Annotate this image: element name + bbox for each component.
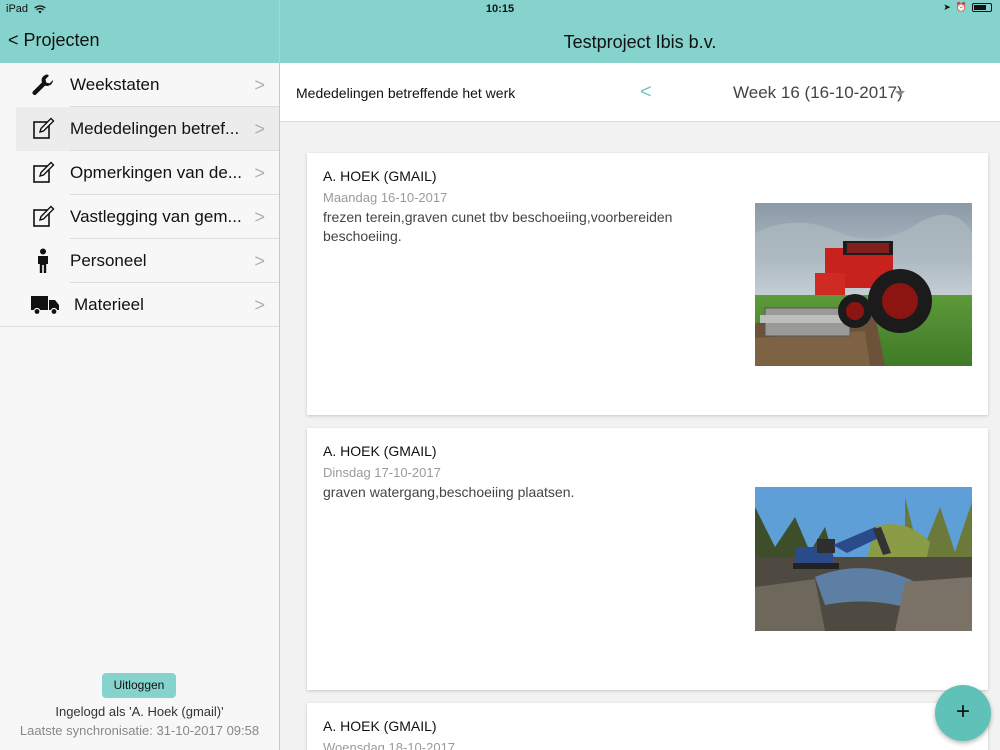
add-entry-button[interactable]: + bbox=[935, 685, 991, 741]
entry-date: Woensdag 18-10-2017 bbox=[323, 740, 456, 750]
edit-note-icon bbox=[30, 160, 56, 186]
sidebar: Weekstaten > Mededelingen betref... > Op… bbox=[0, 63, 279, 750]
chevron-right-icon: > bbox=[254, 162, 265, 183]
entry-author: A. HOEK (GMAIL) bbox=[323, 443, 437, 459]
logout-button[interactable]: Uitloggen bbox=[102, 673, 176, 698]
entry-photo-tractor[interactable] bbox=[755, 203, 972, 366]
sidebar-item-label: Materieel bbox=[74, 295, 144, 314]
status-bar: iPad 10:15 ➤ ⏰ bbox=[0, 0, 1000, 18]
entry-card[interactable]: A. HOEK (GMAIL) Maandag 16-10-2017 freze… bbox=[307, 153, 988, 415]
logged-in-text: Ingelogd als 'A. Hoek (gmail)' bbox=[55, 704, 224, 719]
entry-text: graven watergang,beschoeiing plaatsen. bbox=[323, 484, 575, 500]
status-right: ➤ ⏰ bbox=[943, 2, 992, 13]
battery-icon bbox=[972, 3, 992, 12]
top-bar: iPad 10:15 ➤ ⏰ < Projecten Testproject I… bbox=[0, 0, 1000, 63]
sidebar-item-personeel[interactable]: Personeel > bbox=[0, 239, 279, 283]
section-title: Mededelingen betreffende het werk bbox=[296, 85, 516, 101]
page-title: Testproject Ibis b.v. bbox=[563, 32, 717, 52]
sidebar-item-label: Vastlegging van gem... bbox=[70, 207, 242, 226]
sidebar-item-weekstaten[interactable]: Weekstaten > bbox=[0, 63, 279, 107]
person-icon bbox=[30, 248, 56, 274]
chevron-right-icon: > bbox=[254, 294, 265, 315]
content-header: Mededelingen betreffende het werk < Week… bbox=[280, 63, 1000, 122]
chevron-right-icon: > bbox=[254, 206, 265, 227]
entry-text: frezen terein,graven cunet tbv beschoeii… bbox=[323, 209, 673, 244]
entry-author: A. HOEK (GMAIL) bbox=[323, 168, 437, 184]
previous-week-button[interactable]: < bbox=[640, 81, 652, 104]
chevron-right-icon: > bbox=[254, 118, 265, 139]
caret-down-icon[interactable] bbox=[895, 91, 905, 96]
week-selector[interactable]: Week 16 (16-10-2017) bbox=[733, 83, 903, 103]
entry-date: Maandag 16-10-2017 bbox=[323, 190, 448, 205]
sidebar-item-materieel[interactable]: Materieel > bbox=[0, 283, 279, 327]
sidebar-item-label: Weekstaten bbox=[70, 75, 160, 94]
location-icon: ➤ bbox=[943, 2, 951, 12]
entry-card[interactable]: A. HOEK (GMAIL) Woensdag 18-10-2017 bbox=[307, 703, 988, 750]
sidebar-item-label: Mededelingen betref... bbox=[70, 119, 240, 138]
divider bbox=[0, 326, 279, 327]
sidebar-item-label: Opmerkingen van de... bbox=[70, 163, 242, 182]
entry-card[interactable]: A. HOEK (GMAIL) Dinsdag 17-10-2017 grave… bbox=[307, 428, 988, 690]
sidebar-item-vastlegging[interactable]: Vastlegging van gem... > bbox=[0, 195, 279, 239]
alarm-icon: ⏰ bbox=[955, 2, 967, 12]
sidebar-item-label: Personeel bbox=[70, 251, 147, 270]
chevron-right-icon: > bbox=[254, 74, 265, 95]
chevron-right-icon: > bbox=[254, 250, 265, 271]
sidebar-item-opmerkingen[interactable]: Opmerkingen van de... > bbox=[0, 151, 279, 195]
sidebar-item-mededelingen[interactable]: Mededelingen betref... > bbox=[16, 107, 279, 151]
truck-icon bbox=[30, 292, 60, 318]
entry-date: Dinsdag 17-10-2017 bbox=[323, 465, 441, 480]
back-button[interactable]: < Projecten bbox=[8, 30, 100, 51]
entry-author: A. HOEK (GMAIL) bbox=[323, 718, 437, 734]
edit-note-icon bbox=[30, 116, 56, 142]
status-time: 10:15 bbox=[485, 3, 515, 15]
wrench-icon bbox=[30, 72, 56, 98]
edit-note-icon bbox=[30, 204, 56, 230]
entry-photo-excavator[interactable] bbox=[755, 487, 972, 631]
last-sync-text: Laatste synchronisatie: 31-10-2017 09:58 bbox=[19, 723, 260, 738]
